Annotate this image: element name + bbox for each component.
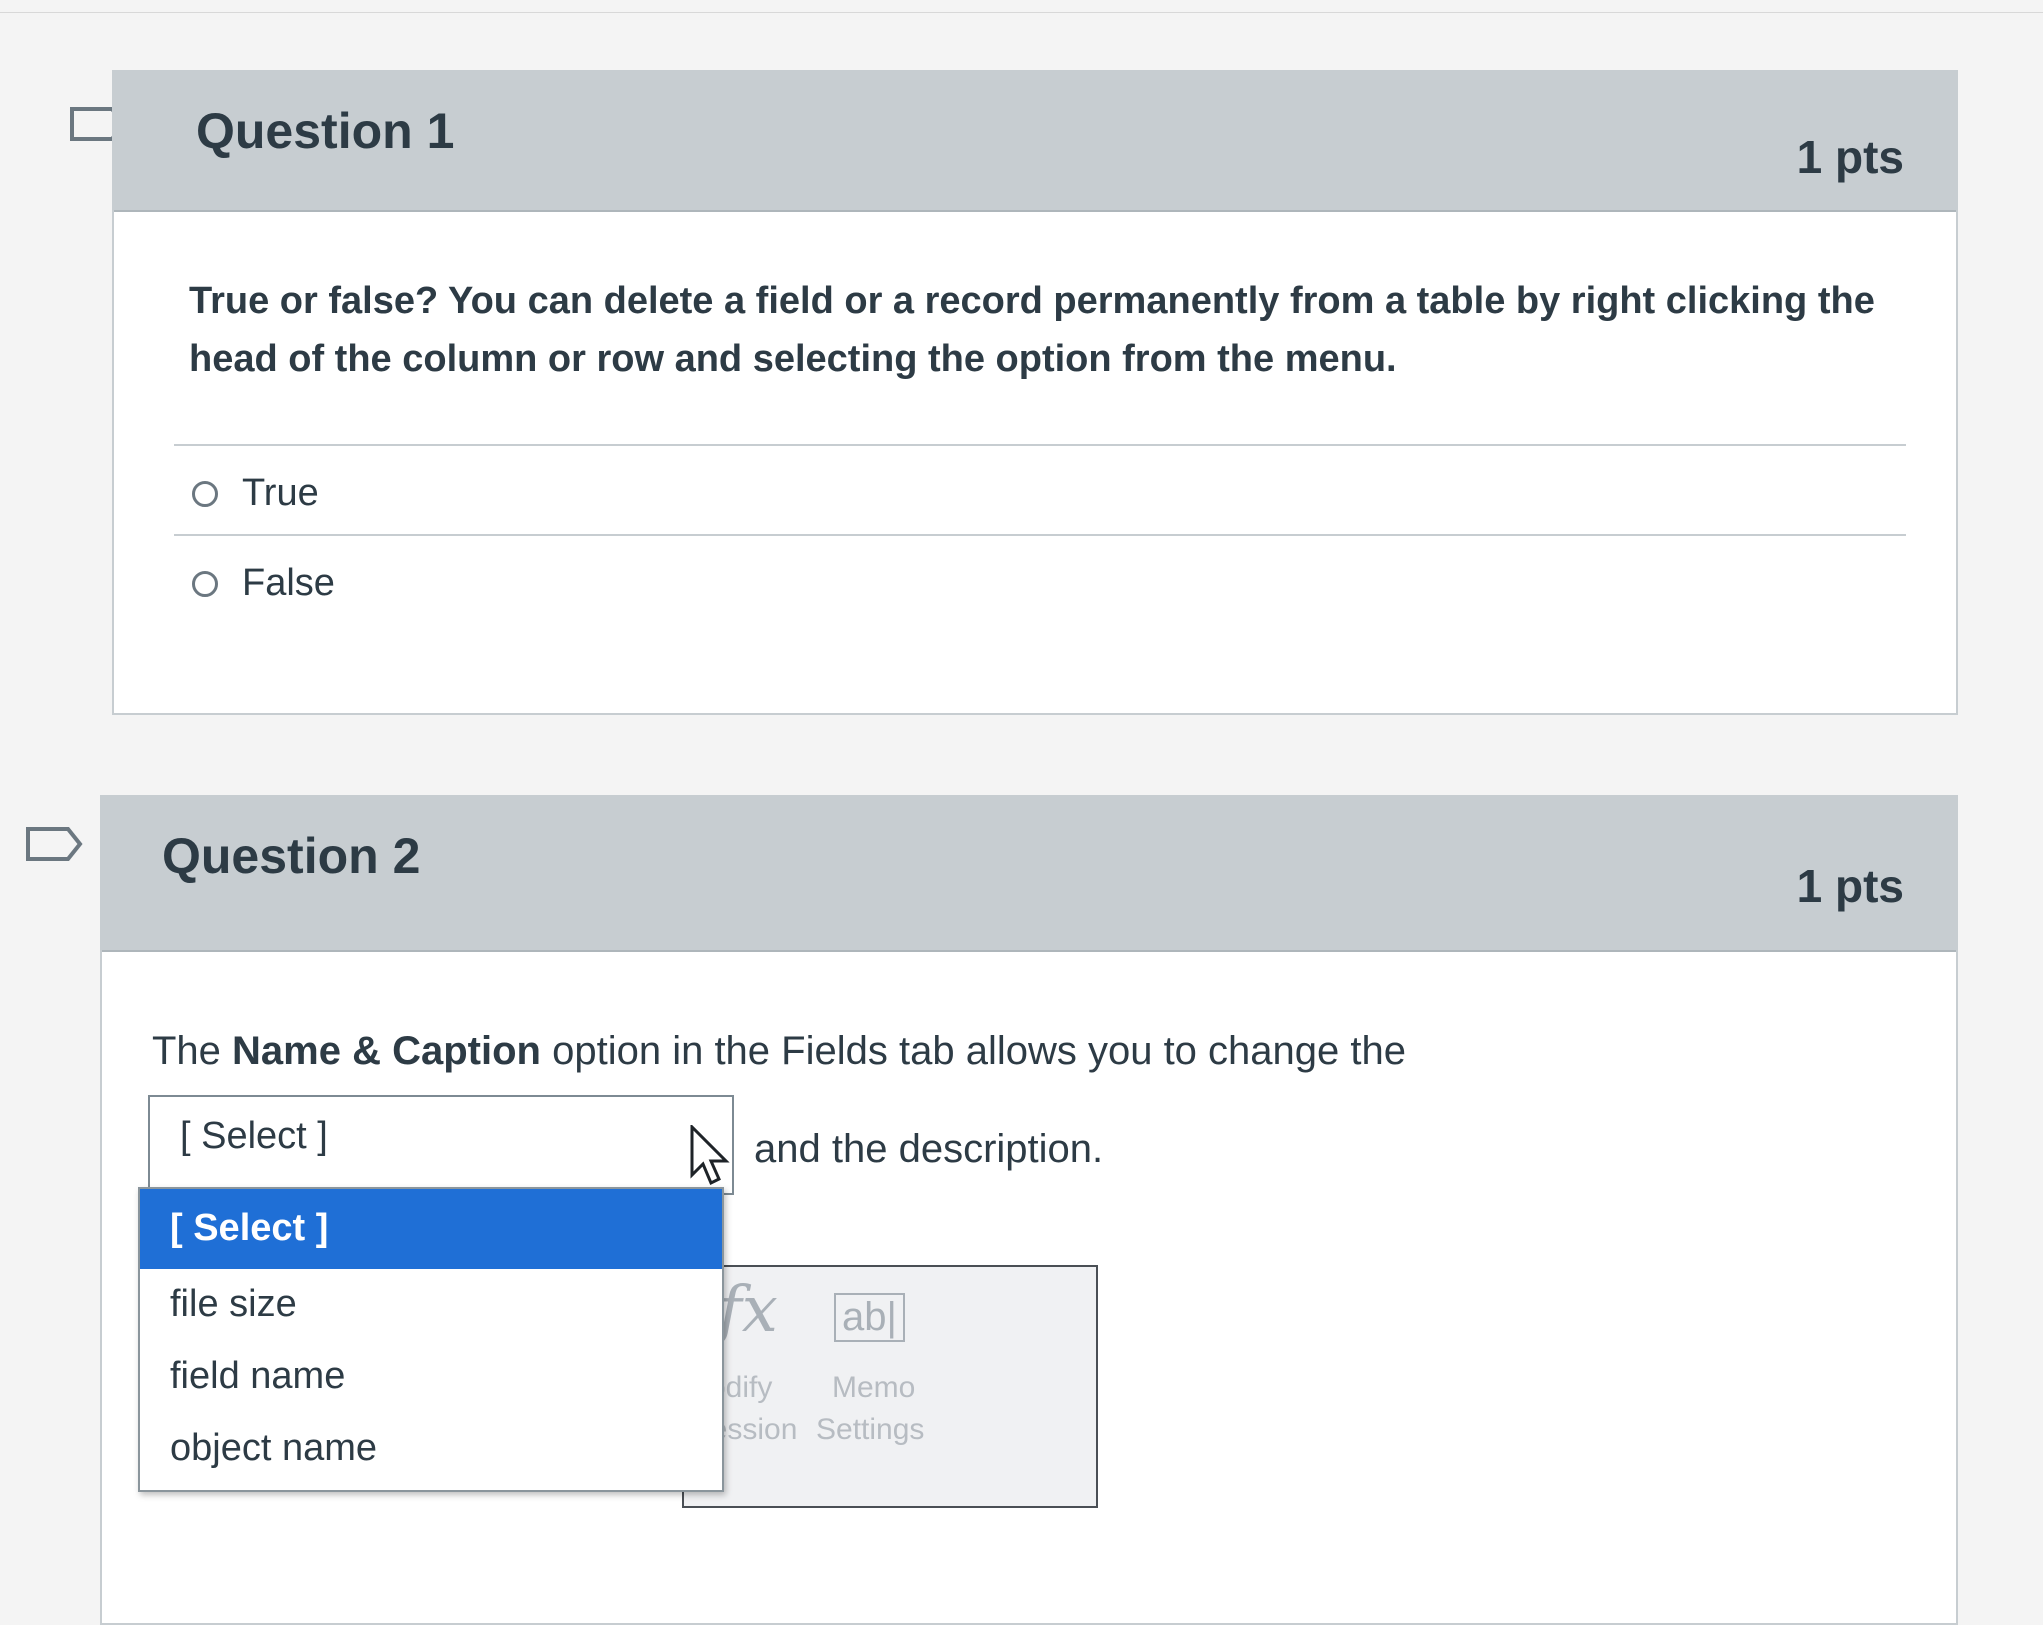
option-label: [ Select ] bbox=[170, 1207, 329, 1249]
option-label: file size bbox=[170, 1283, 297, 1325]
question-2-header: Question 2 1 pts bbox=[102, 797, 1956, 952]
top-divider bbox=[0, 12, 2043, 13]
prompt-text: The bbox=[152, 1029, 233, 1073]
question-title: Question 1 bbox=[196, 103, 455, 159]
answer-select[interactable]: [ Select ] bbox=[148, 1095, 734, 1195]
question-2-card: Question 2 1 pts The Name & Caption opti… bbox=[100, 795, 1958, 1625]
answer-true[interactable]: True bbox=[192, 472, 319, 515]
prompt-text: option in the Fields tab allows you to c… bbox=[540, 1029, 1406, 1073]
question-title: Question 2 bbox=[162, 828, 421, 884]
dropdown-option-field-name[interactable]: field name bbox=[140, 1341, 722, 1413]
ribbon-label: Memo bbox=[832, 1371, 916, 1404]
question-points: 1 pts bbox=[1796, 860, 1904, 912]
radio-button[interactable] bbox=[192, 570, 218, 597]
radio-button[interactable] bbox=[192, 480, 218, 507]
answer-false[interactable]: False bbox=[192, 562, 335, 605]
option-label: field name bbox=[170, 1355, 346, 1397]
prompt-bold-text: Name & Caption bbox=[232, 1029, 541, 1073]
ribbon-label: Settings bbox=[816, 1413, 925, 1446]
dropdown-option-file-size[interactable]: file size bbox=[140, 1269, 722, 1341]
select-value: [ Select ] bbox=[180, 1115, 328, 1157]
question-text-line: head of the column or row and selecting … bbox=[189, 338, 1397, 380]
prompt-after-select: and the description. bbox=[754, 1127, 1104, 1171]
select-dropdown-list: [ Select ] file size field name object n… bbox=[138, 1187, 724, 1492]
question-1-header: Question 1 1 pts bbox=[114, 72, 1956, 212]
answer-divider bbox=[174, 534, 1906, 536]
question-prompt: The Name & Caption option in the Fields … bbox=[152, 1029, 1406, 1074]
mouse-cursor-icon bbox=[690, 1125, 730, 1186]
question-points: 1 pts bbox=[1796, 131, 1904, 183]
answer-label: False bbox=[242, 562, 335, 604]
memo-icon: ab| bbox=[834, 1293, 905, 1342]
flag-question-icon[interactable] bbox=[24, 826, 84, 862]
option-label: object name bbox=[170, 1427, 378, 1469]
fx-icon: fx bbox=[718, 1273, 778, 1347]
question-1-card: Question 1 1 pts True or false? You can … bbox=[112, 70, 1958, 715]
question-text-line: True or false? You can delete a field or… bbox=[189, 280, 1875, 322]
dropdown-option-select[interactable]: [ Select ] bbox=[140, 1189, 722, 1269]
question-text: True or false? You can delete a field or… bbox=[189, 272, 1875, 388]
answer-label: True bbox=[242, 472, 319, 514]
dropdown-option-object-name[interactable]: object name bbox=[140, 1413, 722, 1485]
answer-divider bbox=[174, 444, 1906, 446]
ribbon-fragment-image: fx ab| Modify pression Memo Settings bbox=[682, 1265, 1098, 1508]
